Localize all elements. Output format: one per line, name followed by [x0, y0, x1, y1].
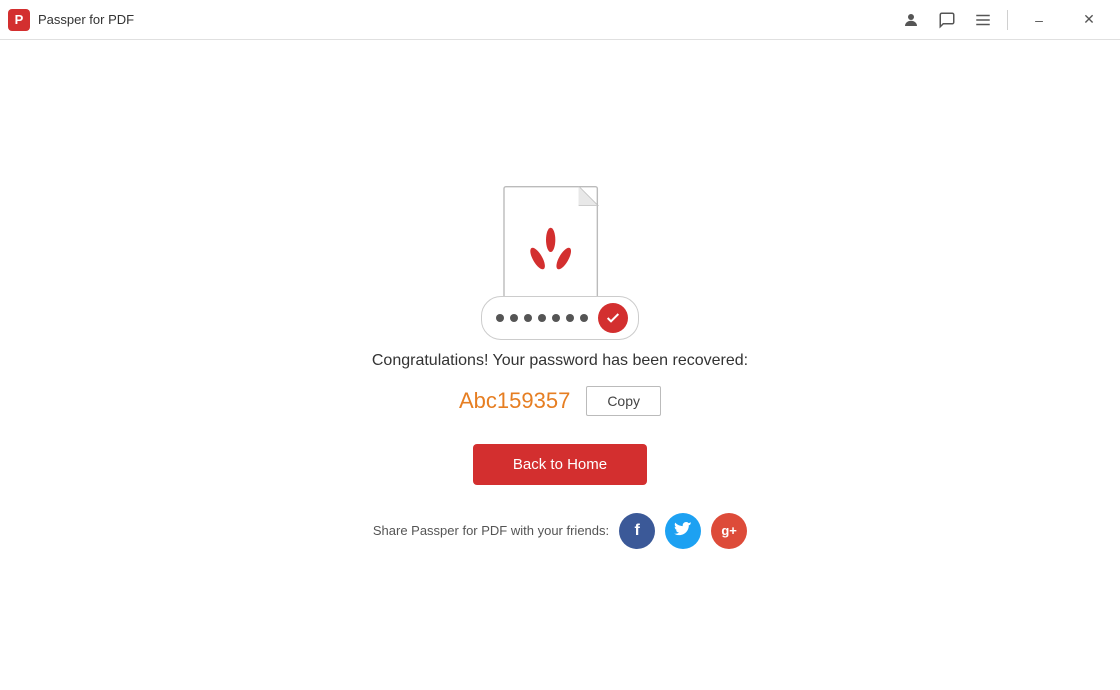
googleplus-icon: g+ — [721, 523, 737, 538]
app-logo-icon: P — [8, 9, 30, 31]
dot-2 — [510, 314, 518, 322]
dot-7 — [580, 314, 588, 322]
googleplus-share-button[interactable]: g+ — [711, 513, 747, 549]
titlebar-controls: – ✕ — [895, 4, 1112, 36]
pdf-icon-container — [495, 182, 625, 322]
password-bar — [481, 296, 639, 340]
account-button[interactable] — [895, 4, 927, 36]
main-content: Congratulations! Your password has been … — [0, 40, 1120, 690]
app-title: Passper for PDF — [38, 12, 134, 27]
share-row: Share Passper for PDF with your friends:… — [373, 513, 747, 549]
twitter-icon — [674, 522, 692, 540]
menu-button[interactable] — [967, 4, 999, 36]
titlebar: P Passper for PDF – ✕ — [0, 0, 1120, 40]
share-text: Share Passper for PDF with your friends: — [373, 523, 609, 538]
back-to-home-button[interactable]: Back to Home — [473, 444, 647, 485]
dot-5 — [552, 314, 560, 322]
password-value: Abc159357 — [459, 388, 570, 414]
congrats-text: Congratulations! Your password has been … — [372, 352, 748, 370]
dot-4 — [538, 314, 546, 322]
close-button[interactable]: ✕ — [1066, 4, 1112, 36]
titlebar-left: P Passper for PDF — [8, 9, 134, 31]
check-icon — [598, 303, 628, 333]
facebook-icon: f — [634, 522, 639, 540]
dot-3 — [524, 314, 532, 322]
copy-button[interactable]: Copy — [586, 386, 661, 416]
password-row: Abc159357 Copy — [459, 386, 661, 416]
dot-1 — [496, 314, 504, 322]
dot-6 — [566, 314, 574, 322]
minimize-button[interactable]: – — [1016, 4, 1062, 36]
titlebar-separator — [1007, 10, 1008, 30]
chat-button[interactable] — [931, 4, 963, 36]
twitter-share-button[interactable] — [665, 513, 701, 549]
facebook-share-button[interactable]: f — [619, 513, 655, 549]
